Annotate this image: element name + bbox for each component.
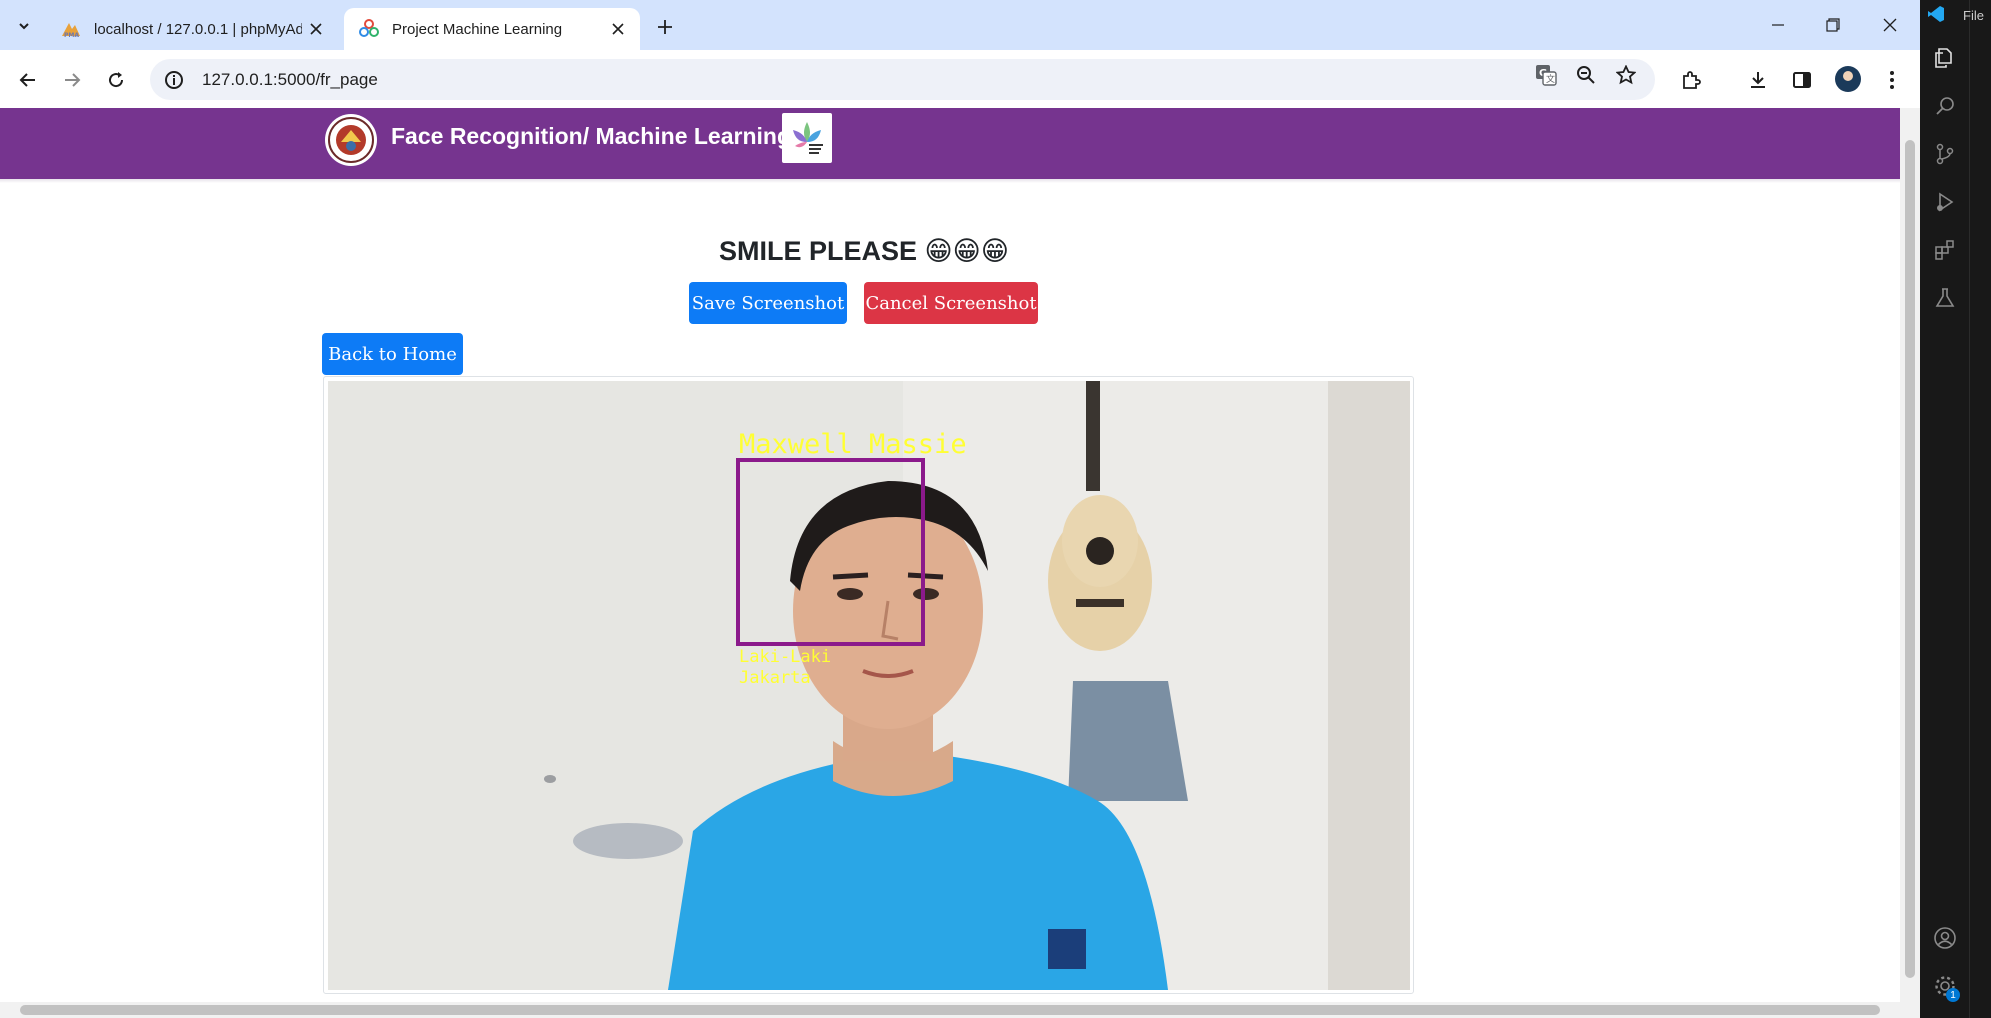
new-tab-plus-icon[interactable] [650,12,680,42]
profile-avatar[interactable] [1835,66,1861,92]
close-window-icon[interactable] [1870,8,1910,42]
detected-gender-label: Laki-Laki [739,647,832,667]
page-headline: SMILE PLEASE 😁😁😁 [719,236,1009,266]
vertical-scroll-thumb[interactable] [1905,140,1915,978]
bookmark-star-icon[interactable] [1610,59,1642,91]
vscode-menu-file[interactable]: File [1963,8,1984,23]
address-bar[interactable]: 127.0.0.1:5000/fr_page [150,59,1655,100]
vertical-scrollbar[interactable] [1900,108,1920,1002]
notification-badge: 1 [1946,988,1960,1002]
horizontal-scroll-thumb[interactable] [20,1005,1880,1015]
save-screenshot-button[interactable]: Save Screenshot [689,282,847,324]
vscode-window [1920,0,1991,1018]
tab-title: Project Machine Learning [392,20,563,38]
horizontal-scrollbar[interactable] [0,1002,1920,1018]
machine-learning-logo [782,113,832,163]
download-icon[interactable] [1742,64,1774,96]
source-control-icon[interactable] [1929,138,1961,170]
close-tab-icon[interactable] [302,15,330,43]
vscode-logo-icon [1924,2,1948,26]
minimize-window-icon[interactable] [1758,8,1798,42]
translate-icon[interactable]: G文 [1530,59,1562,91]
close-tab-icon[interactable] [604,15,632,43]
tab-title: localhost / 127.0.0.1 | phpMyAdmin [94,20,302,38]
university-logo[interactable] [325,114,377,166]
tab-search-chevron-icon[interactable] [10,12,38,40]
phpmyadmin-icon: PMA [60,18,82,40]
side-panel-icon[interactable] [1786,64,1818,96]
forward-arrow-icon[interactable] [56,64,88,96]
svg-text:文: 文 [1546,73,1555,85]
extensions-icon[interactable] [1929,234,1961,266]
vscode-activity-bar [1920,0,1970,1018]
extensions-puzzle-icon[interactable] [1675,64,1707,96]
tab-project-machine-learning[interactable]: Project Machine Learning [344,8,640,50]
tab-phpmyadmin[interactable]: PMA localhost / 127.0.0.1 | phpMyAdmin [48,8,338,50]
multicolor-flower-icon [358,18,380,40]
back-to-home-button[interactable]: Back to Home [322,333,463,375]
site-navbar: Face Recognition/ Machine Learning [0,108,1900,179]
detected-city-label: Jakarta [739,668,811,688]
video-stream-card: Maxwell Massie Laki-Laki Jakarta [323,376,1414,994]
browser-tab-bar: PMA localhost / 127.0.0.1 | phpMyAdmin P… [0,0,1920,50]
site-info-icon[interactable] [154,59,194,100]
restore-window-icon[interactable] [1813,8,1853,42]
back-arrow-icon[interactable] [12,64,44,96]
run-debug-icon[interactable] [1929,186,1961,218]
accounts-icon[interactable] [1929,922,1961,954]
cancel-screenshot-button[interactable]: Cancel Screenshot [864,282,1038,324]
url-text[interactable]: 127.0.0.1:5000/fr_page [202,70,378,90]
zoom-out-icon[interactable] [1570,59,1602,91]
navbar-divider [0,179,1900,183]
reload-icon[interactable] [100,64,132,96]
explorer-icon[interactable] [1929,42,1961,74]
testing-flask-icon[interactable] [1929,282,1961,314]
page-viewport: Face Recognition/ Machine Learning SMILE… [0,108,1900,1002]
navbar-brand[interactable]: Face Recognition/ Machine Learning [391,123,791,150]
search-icon[interactable] [1929,90,1961,122]
webcam-frame-illustration [328,381,1410,990]
browser-toolbar: 127.0.0.1:5000/fr_page G文 [0,50,1920,108]
detected-name-label: Maxwell Massie [739,429,967,460]
menu-kebab-icon[interactable] [1876,64,1908,96]
webcam-video-feed: Maxwell Massie Laki-Laki Jakarta [328,381,1410,990]
svg-text:PMA: PMA [64,32,79,38]
